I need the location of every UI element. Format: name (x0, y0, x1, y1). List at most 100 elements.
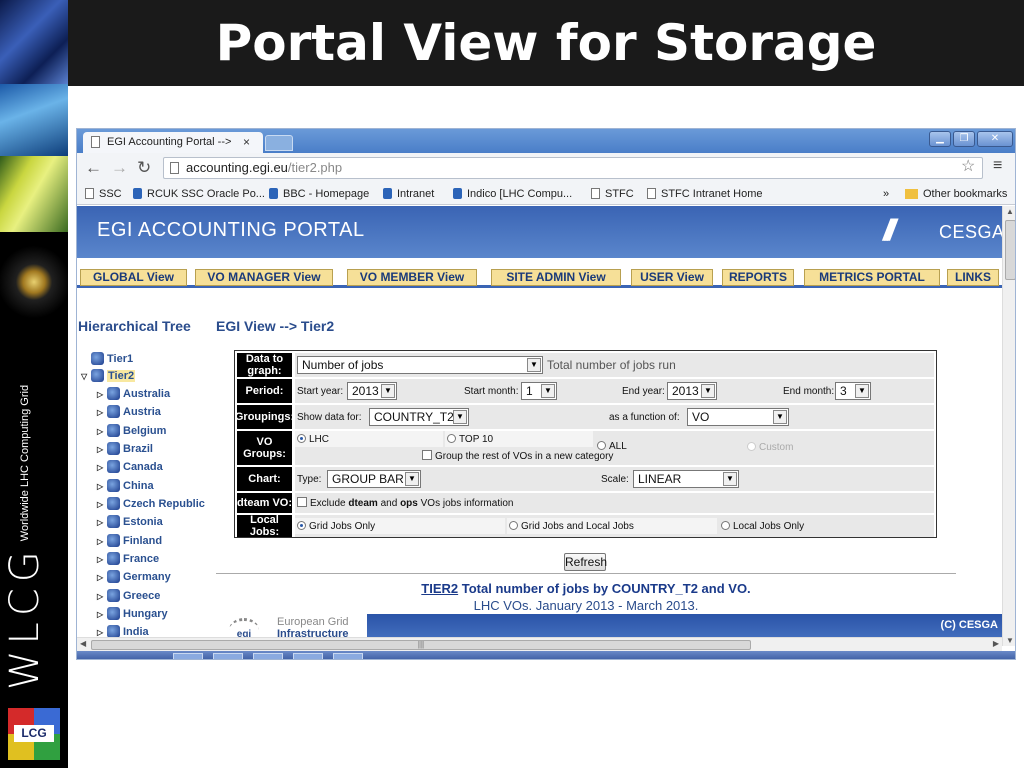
exclude-dteam-checkbox[interactable]: Exclude dteam and ops VOs jobs informati… (297, 497, 513, 509)
taskbar-item[interactable] (173, 653, 203, 659)
nav-tab-links[interactable]: LINKS (947, 269, 999, 286)
collapsed-triangle-icon[interactable]: ▷ (97, 537, 107, 546)
tree-item-tier1[interactable]: Tier1 (91, 352, 133, 365)
new-tab-button[interactable] (265, 135, 293, 151)
vo-group-all-radio[interactable]: ALL (597, 441, 627, 452)
vertical-scrollbar[interactable]: ▲ ▼ (1002, 206, 1015, 646)
scroll-right-icon[interactable]: ▶ (993, 639, 999, 648)
tree-item-country[interactable]: ▷ Austria (97, 405, 161, 418)
close-tab-icon[interactable]: × (243, 132, 250, 153)
scroll-left-icon[interactable]: ◀ (80, 639, 86, 648)
show-data-select[interactable]: COUNTRY_T2 ▼ (369, 408, 469, 426)
nav-tab-user-view[interactable]: USER View (631, 269, 713, 286)
refresh-button[interactable]: Refresh (564, 553, 607, 571)
collapsed-triangle-icon[interactable]: ▷ (97, 573, 107, 582)
scroll-up-icon[interactable]: ▲ (1006, 207, 1014, 216)
other-bookmarks[interactable]: Other bookmarks (905, 183, 1007, 205)
tree-item-country[interactable]: ▷ Czech Republic (97, 497, 205, 510)
tree-item-country[interactable]: ▷ Australia (97, 387, 170, 400)
row-vo-groups: VO Groups: LHC TOP 10 Group the rest of … (237, 431, 934, 465)
nav-tab-reports[interactable]: REPORTS (722, 269, 794, 286)
group-rest-checkbox[interactable]: Group the rest of VOs in a new category (422, 450, 613, 462)
bookmark-item[interactable]: Intranet (383, 183, 434, 205)
dropdown-arrow-icon: ▼ (773, 410, 787, 424)
bookmark-item[interactable]: SSC (85, 183, 122, 205)
vo-group-lhc-radio[interactable]: LHC (297, 434, 329, 445)
end-year-label: End year: (622, 386, 665, 397)
end-month-select[interactable]: 3 ▼ (835, 382, 871, 400)
nav-tab-site-admin-view[interactable]: SITE ADMIN View (491, 269, 621, 286)
collapsed-triangle-icon[interactable]: ▷ (97, 592, 107, 601)
data-to-graph-select[interactable]: Number of jobs ▼ (297, 356, 543, 374)
taskbar-item[interactable] (213, 653, 243, 659)
address-bar[interactable]: accounting.egi.eu/tier2.php (163, 157, 983, 179)
browser-tab[interactable]: EGI Accounting Portal --> × (83, 132, 263, 153)
collapsed-triangle-icon[interactable]: ▷ (97, 390, 107, 399)
bookmark-item[interactable]: Indico [LHC Compu... (453, 183, 572, 205)
nav-tab-vo-manager-view[interactable]: VO MANAGER View (195, 269, 333, 286)
minimize-button[interactable]: ▁ (929, 131, 951, 147)
collapsed-triangle-icon[interactable]: ▷ (97, 628, 107, 637)
scale-select[interactable]: LINEAR ▼ (633, 470, 739, 488)
vo-group-top10-radio[interactable]: TOP 10 (447, 434, 493, 445)
taskbar-item[interactable] (253, 653, 283, 659)
chart-type-select[interactable]: GROUP BAR ▼ (327, 470, 421, 488)
bookmark-item[interactable]: BBC - Homepage (269, 183, 369, 205)
scroll-down-icon[interactable]: ▼ (1006, 636, 1014, 645)
bookmark-star-icon[interactable]: ☆ (961, 156, 975, 176)
breadcrumb: EGI View --> Tier2 (216, 318, 335, 334)
horizontal-scrollbar[interactable]: ◀ ||| ▶ (77, 637, 1002, 651)
forward-arrow-icon[interactable]: → (111, 158, 128, 178)
tree-item-country[interactable]: ▷ Greece (97, 589, 160, 602)
start-year-select[interactable]: 2013 ▼ (347, 382, 397, 400)
taskbar-item[interactable] (293, 653, 323, 659)
nav-tab-global-view[interactable]: GLOBAL View (80, 269, 187, 286)
collapsed-triangle-icon[interactable]: ▷ (97, 427, 107, 436)
grid-and-local-jobs-radio[interactable]: Grid Jobs and Local Jobs (509, 521, 634, 532)
tree-item-country[interactable]: ▷ Germany (97, 570, 171, 583)
tree-item-country[interactable]: ▷ Estonia (97, 515, 163, 528)
local-jobs-only-radio[interactable]: Local Jobs Only (721, 521, 804, 532)
collapsed-triangle-icon[interactable]: ▷ (97, 500, 107, 509)
nav-tab-vo-member-view[interactable]: VO MEMBER View (347, 269, 477, 286)
collapsed-triangle-icon[interactable]: ▷ (97, 445, 107, 454)
tree-item-country[interactable]: ▷ China (97, 479, 154, 492)
label-vo-groups: VO Groups: (237, 431, 292, 465)
collapsed-triangle-icon[interactable]: ▷ (97, 408, 107, 417)
more-bookmarks-chevron[interactable]: » (883, 183, 889, 205)
close-window-button[interactable]: ✕ (977, 131, 1013, 147)
end-year-select[interactable]: 2013 ▼ (667, 382, 717, 400)
tree-item-country[interactable]: ▷ Hungary (97, 607, 168, 620)
tree-item-tier2[interactable]: ▽ Tier2 (81, 369, 136, 382)
taskbar-item[interactable] (333, 653, 363, 659)
nav-tab-metrics-portal[interactable]: METRICS PORTAL (804, 269, 940, 286)
tree-item-country[interactable]: ▷ Brazil (97, 442, 153, 455)
grid-jobs-only-radio[interactable]: Grid Jobs Only (297, 521, 375, 532)
vo-group-custom-radio[interactable]: Custom (747, 442, 793, 453)
bookmark-item[interactable]: STFC (591, 183, 634, 205)
tree-item-country[interactable]: ▷ Canada (97, 460, 163, 473)
collapsed-triangle-icon[interactable]: ▷ (97, 610, 107, 619)
bookmark-item[interactable]: STFC Intranet Home (647, 183, 762, 205)
expanded-triangle-icon[interactable]: ▽ (81, 372, 91, 381)
collapsed-triangle-icon[interactable]: ▷ (97, 518, 107, 527)
collapsed-triangle-icon[interactable]: ▷ (97, 463, 107, 472)
maximize-button[interactable]: ❐ (953, 131, 975, 147)
wlcg-logo-text: WLCG (2, 545, 48, 690)
function-of-select[interactable]: VO ▼ (687, 408, 789, 426)
bookmark-item[interactable]: RCUK SSC Oracle Po... (133, 183, 265, 205)
horizontal-scroll-thumb[interactable]: ||| (91, 640, 751, 650)
tier2-link[interactable]: TIER2 (421, 581, 458, 596)
start-month-select[interactable]: 1 ▼ (521, 382, 557, 400)
scale-label: Scale: (601, 474, 629, 485)
menu-icon[interactable]: ≡ (993, 157, 1002, 175)
tree-item-country[interactable]: ▷ Belgium (97, 424, 166, 437)
tree-item-country[interactable]: ▷ Finland (97, 534, 162, 547)
tree-item-country[interactable]: ▷ France (97, 552, 159, 565)
back-arrow-icon[interactable]: ← (85, 158, 102, 178)
reload-icon[interactable]: ↻ (137, 158, 151, 178)
collapsed-triangle-icon[interactable]: ▷ (97, 482, 107, 491)
collapsed-triangle-icon[interactable]: ▷ (97, 555, 107, 564)
divider (216, 573, 956, 574)
vertical-scroll-thumb[interactable] (1005, 220, 1015, 280)
